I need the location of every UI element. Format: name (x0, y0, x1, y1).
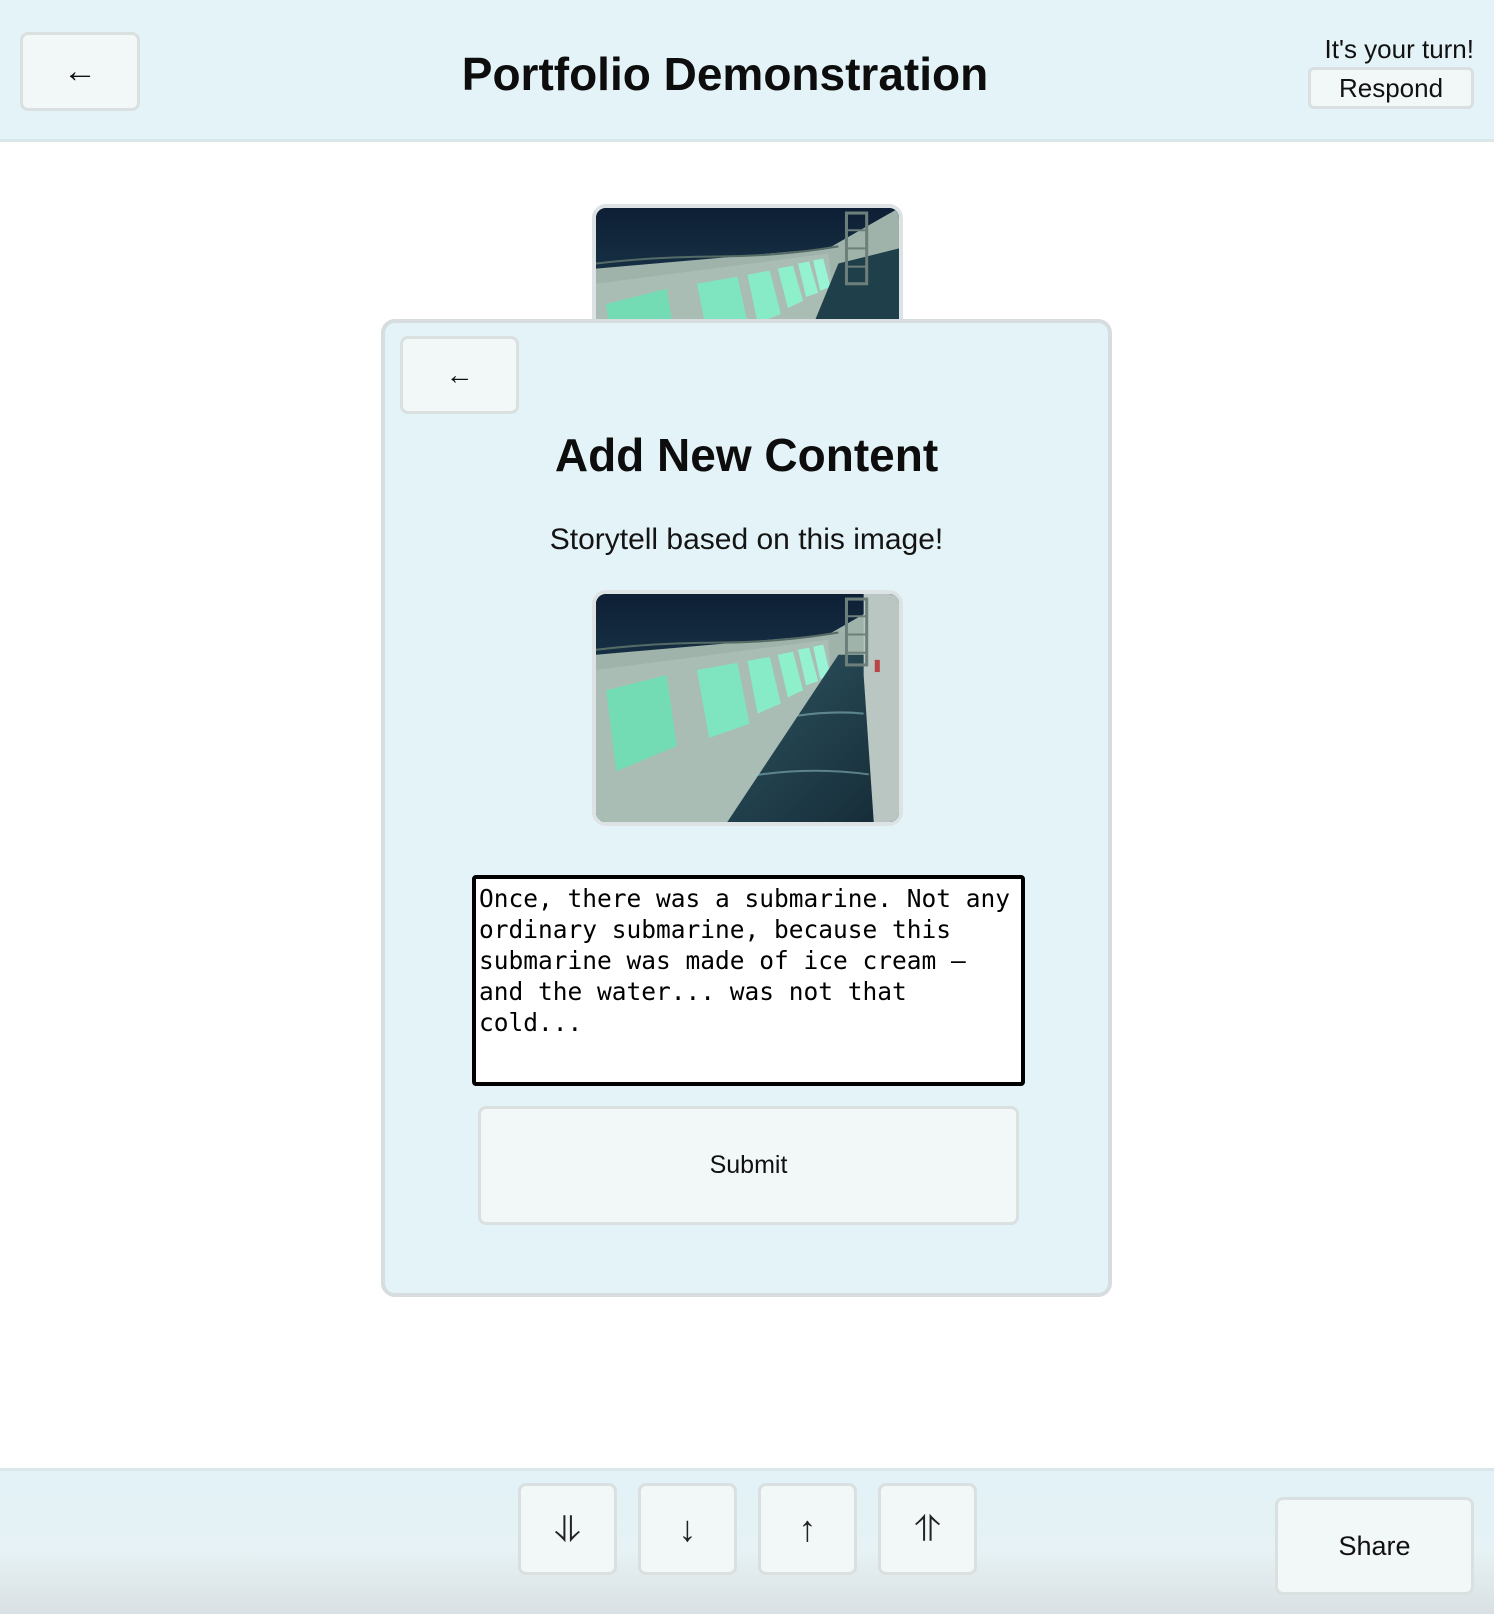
turn-indicator: It's your turn! (1324, 34, 1474, 64)
back-button[interactable]: ← (20, 32, 140, 111)
bottom-toolbar: ⥥ ↓ ↑ ⥣ Share (0, 1468, 1494, 1614)
double-arrow-down-icon: ⥥ (554, 1507, 581, 1549)
respond-button[interactable]: Respond (1308, 67, 1474, 109)
share-button[interactable]: Share (1275, 1497, 1474, 1595)
prompt-text: Storytell based on this image! (549, 523, 944, 556)
modal-title: Add New Content (554, 429, 939, 481)
page-title: Portfolio Demonstration (461, 48, 989, 100)
background-card-image[interactable] (592, 204, 903, 334)
arrow-left-icon: ← (63, 52, 97, 90)
move-up-button[interactable]: ↑ (758, 1483, 857, 1575)
move-to-bottom-button[interactable]: ⥥ (518, 1483, 617, 1575)
submarine-interior-image (596, 208, 899, 330)
top-header: Portfolio Demonstration ← It's your turn… (0, 0, 1494, 142)
modal-back-button[interactable]: ← (400, 336, 519, 414)
arrow-down-icon: ↓ (678, 1508, 697, 1549)
submit-button[interactable]: Submit (478, 1106, 1019, 1225)
arrow-left-icon: ← (445, 359, 474, 390)
submarine-interior-image (596, 594, 899, 822)
move-to-top-button[interactable]: ⥣ (878, 1483, 977, 1575)
prompt-image (592, 590, 903, 826)
story-input[interactable] (472, 875, 1025, 1086)
arrow-up-icon: ↑ (798, 1508, 817, 1549)
double-arrow-up-icon: ⥣ (914, 1507, 941, 1549)
move-down-button[interactable]: ↓ (638, 1483, 737, 1575)
